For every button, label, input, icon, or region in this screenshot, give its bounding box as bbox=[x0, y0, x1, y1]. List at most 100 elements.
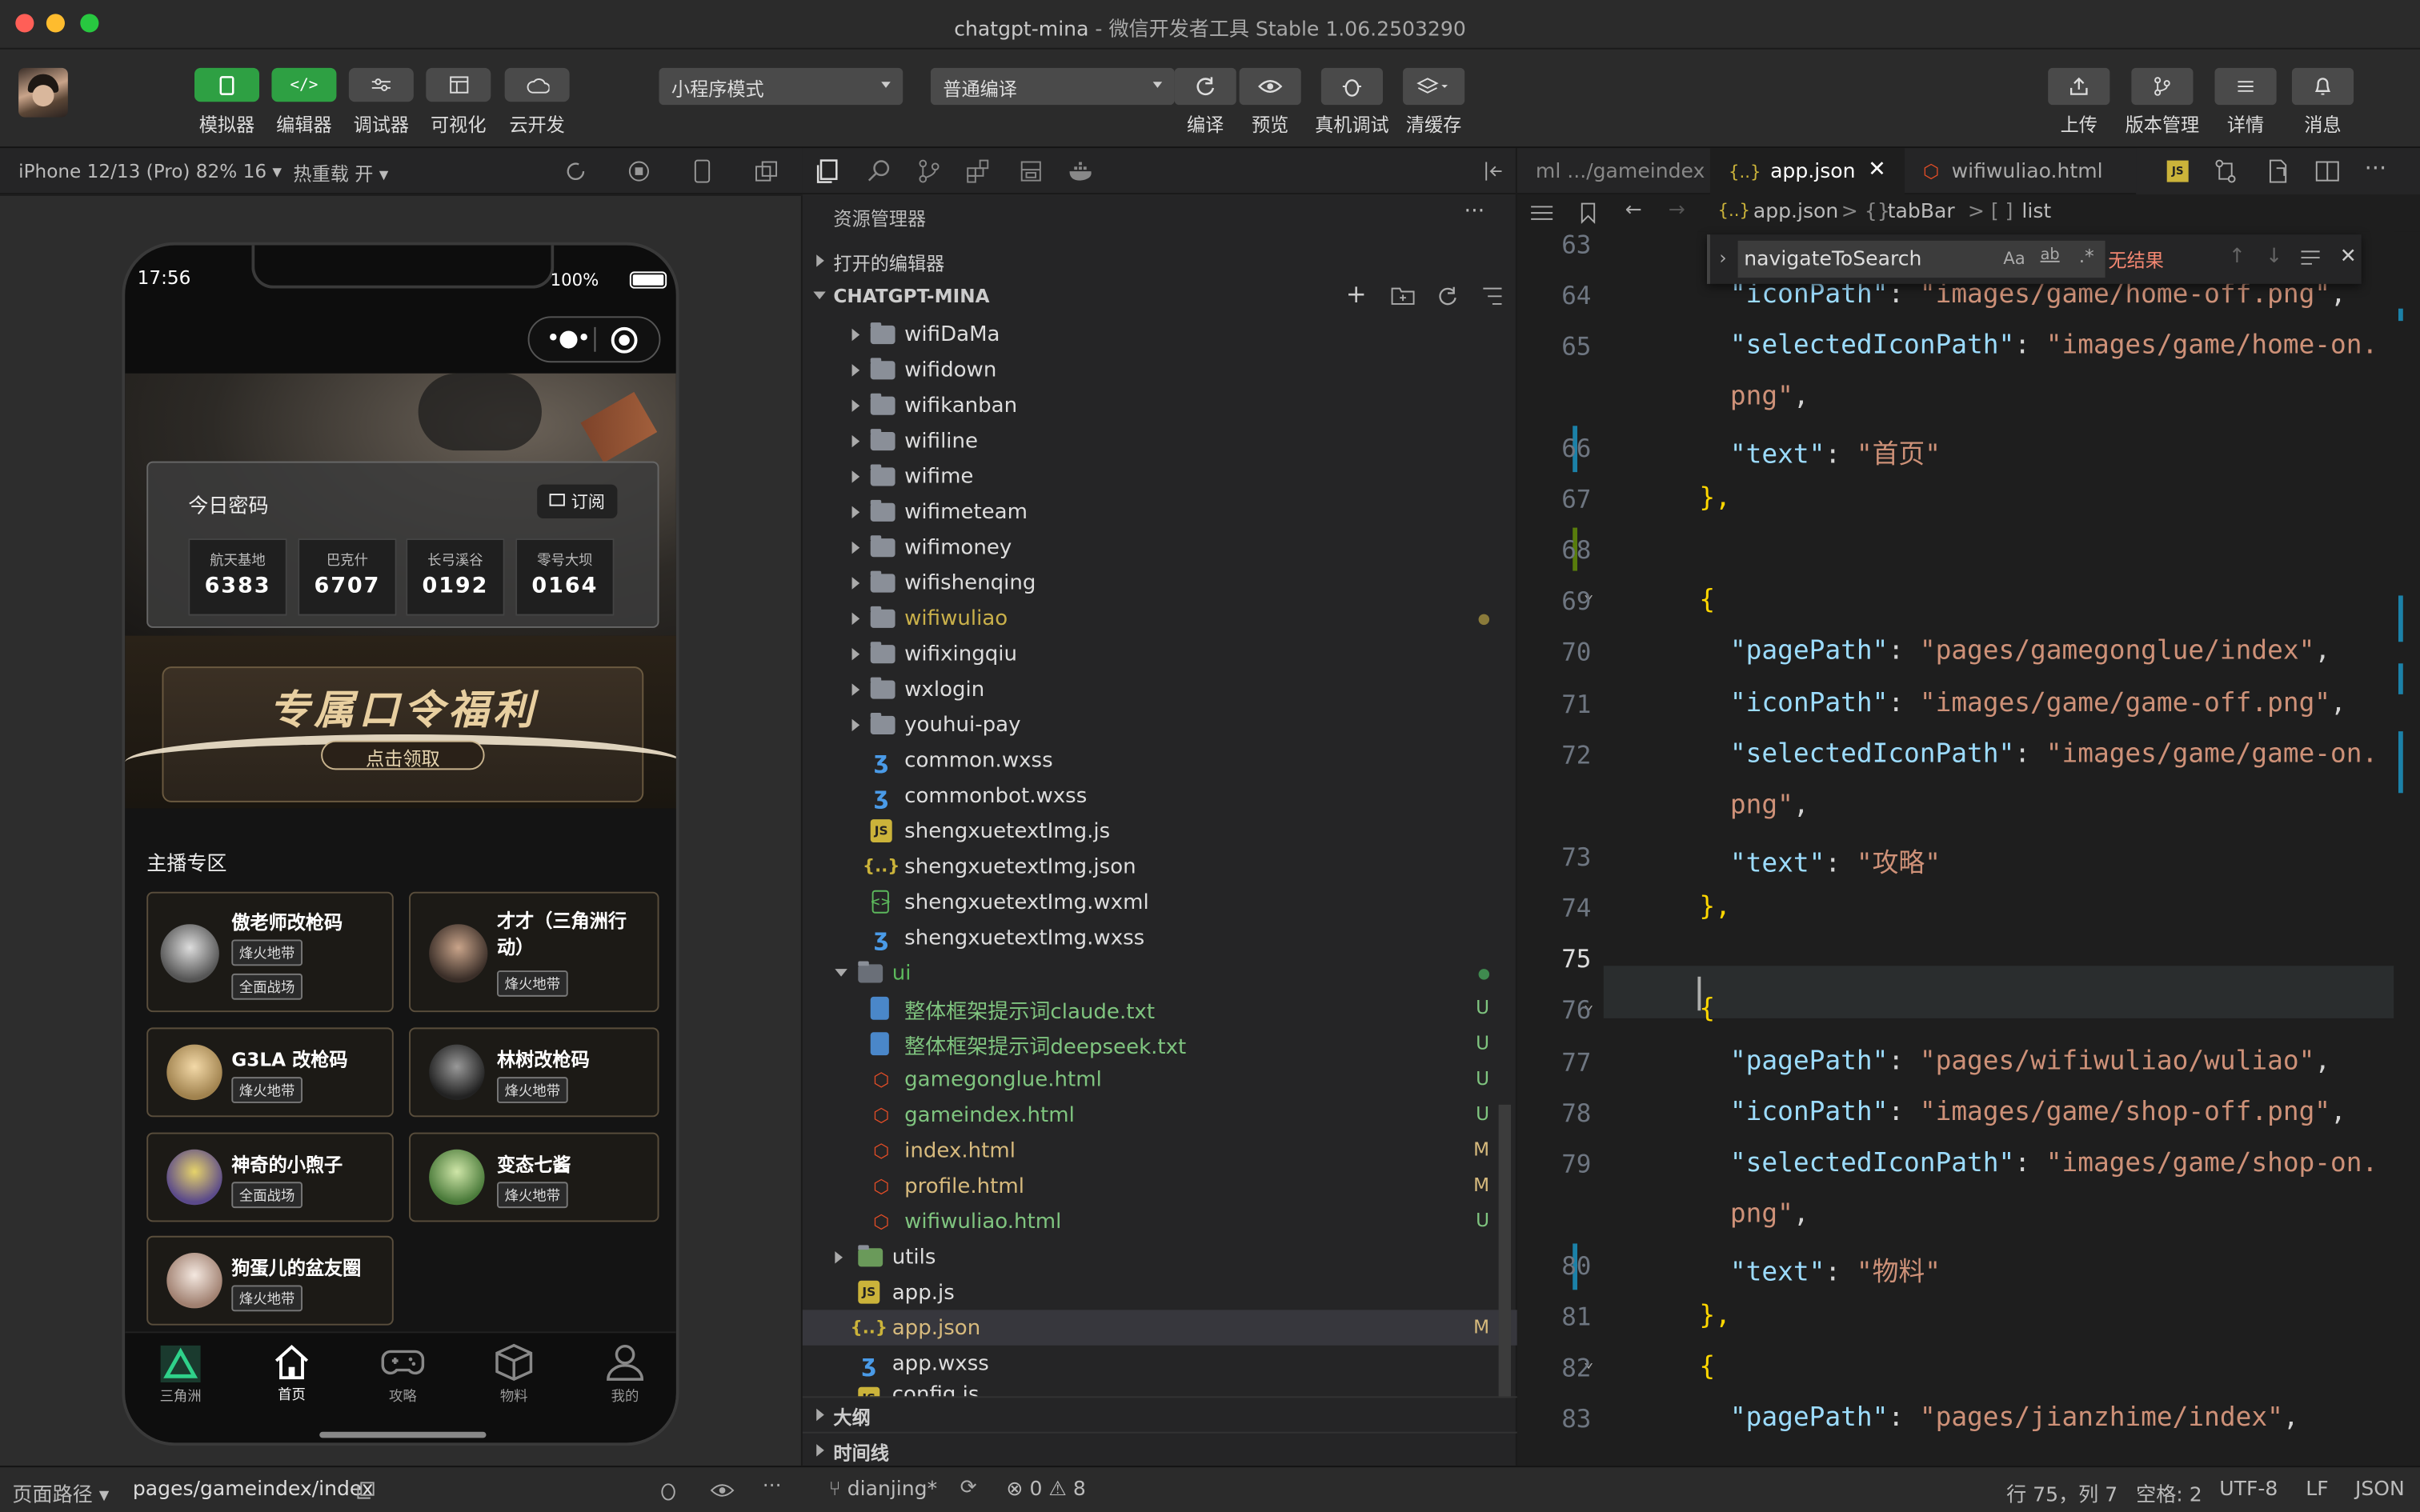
mode-select[interactable]: 小程序模式 bbox=[659, 67, 903, 106]
extensions-icon[interactable] bbox=[966, 159, 991, 184]
tree-item-folder[interactable]: wifime bbox=[803, 458, 1517, 494]
close-miniprogram-icon[interactable] bbox=[611, 326, 638, 354]
tree-item-file[interactable]: ⬡ gameindex.html U bbox=[803, 1097, 1517, 1132]
tree-item-folder[interactable]: wifidown bbox=[803, 352, 1517, 387]
breadcrumb-tabbar[interactable]: tabBar bbox=[1888, 201, 1955, 224]
split-editor-icon[interactable] bbox=[2315, 159, 2340, 184]
open-file-icon[interactable] bbox=[2266, 159, 2290, 184]
line-ending[interactable]: LF bbox=[2306, 1478, 2328, 1502]
tree-item-folder[interactable]: wifiDaMa bbox=[803, 316, 1517, 351]
streamer-card[interactable]: 变态七酱 烽火地带 bbox=[409, 1132, 659, 1222]
more-icon[interactable]: ··· bbox=[2365, 154, 2387, 182]
phone-icon[interactable] bbox=[693, 159, 711, 184]
popout-icon[interactable] bbox=[755, 161, 778, 182]
find-in-selection-icon[interactable] bbox=[2300, 248, 2322, 266]
tree-item-file[interactable]: JS shengxuetextImg.js bbox=[803, 813, 1517, 848]
copy-icon[interactable] bbox=[356, 1481, 375, 1499]
upload-button[interactable] bbox=[2048, 67, 2110, 106]
new-folder-icon[interactable] bbox=[1391, 286, 1416, 306]
tree-item-file[interactable]: ʒ app.wxss bbox=[803, 1346, 1517, 1381]
streamer-card[interactable]: 狗蛋儿的盆友圈 烽火地带 bbox=[146, 1235, 394, 1326]
open-editors-header[interactable]: 打开的编辑器 bbox=[803, 244, 1517, 278]
close-icon[interactable]: ✕ bbox=[1868, 158, 1886, 182]
visual-toggle-button[interactable] bbox=[426, 67, 491, 102]
tree-item-file[interactable]: <> shengxuetextImg.wxml bbox=[803, 884, 1517, 919]
search-icon[interactable] bbox=[867, 159, 892, 184]
streamer-card[interactable]: 才才（三角洲行动） 烽火地带 bbox=[409, 891, 659, 1013]
breadcrumb-list[interactable]: list bbox=[2021, 201, 2051, 224]
tab-gameindex[interactable]: ml .../gameindex bbox=[1517, 148, 1710, 194]
git-branch[interactable]: ⑂ dianjing* bbox=[829, 1478, 937, 1502]
docker-icon[interactable] bbox=[1068, 159, 1096, 184]
compile-button[interactable] bbox=[1174, 67, 1236, 106]
js-icon[interactable]: JS bbox=[2166, 160, 2189, 182]
more-icon[interactable]: •●• bbox=[547, 324, 591, 352]
chevron-right-icon[interactable]: › bbox=[1719, 247, 1726, 269]
banner-claim-button[interactable]: 点击领取 bbox=[321, 740, 485, 770]
streamer-card[interactable]: 林树改枪码 烽火地带 bbox=[409, 1027, 659, 1118]
streamer-card[interactable]: 神奇的小煦子 全面战场 bbox=[146, 1132, 394, 1222]
timeline-header[interactable]: 时间线 bbox=[802, 1431, 1517, 1466]
clear-cache-button[interactable] bbox=[1403, 67, 1465, 106]
language-mode[interactable]: JSON bbox=[2355, 1478, 2405, 1502]
back-icon[interactable]: ← bbox=[1625, 199, 1642, 222]
eye-icon[interactable] bbox=[710, 1482, 735, 1498]
tree-item-file[interactable]: ⬡ profile.html M bbox=[803, 1168, 1517, 1203]
bookmark-icon[interactable] bbox=[1579, 202, 1597, 224]
stop-icon[interactable] bbox=[628, 161, 650, 182]
tree-item-file[interactable]: JS app.js bbox=[803, 1274, 1517, 1310]
tree-item-folder[interactable]: wifishenqing bbox=[803, 565, 1517, 600]
tree-item-folder[interactable]: wifixingqiu bbox=[803, 636, 1517, 671]
sync-icon[interactable]: ⟳ bbox=[960, 1477, 977, 1500]
forward-icon[interactable]: → bbox=[1669, 199, 1685, 222]
tree-item-folder[interactable]: wifimoney bbox=[803, 529, 1517, 564]
tree-item-file-selected[interactable]: {..} app.json M bbox=[802, 1310, 1517, 1346]
tree-item-folder[interactable]: wifiline bbox=[803, 422, 1517, 458]
code-area[interactable]: ⌄ ⌄ ⌄ 63 64 "iconPath": "images/game/home… bbox=[1517, 231, 2420, 1466]
regex-icon[interactable]: .* bbox=[2079, 246, 2094, 267]
tab-materials[interactable]: 物料 bbox=[459, 1333, 570, 1406]
device-select[interactable]: iPhone 12/13 (Pro) 82% 16 ▾ bbox=[18, 161, 282, 182]
close-icon[interactable]: ✕ bbox=[2340, 246, 2357, 269]
messages-button[interactable] bbox=[2291, 67, 2354, 106]
cursor-position[interactable]: 行 75，列 7 bbox=[2006, 1478, 2118, 1507]
tree-item-folder[interactable]: wifimeteam bbox=[803, 494, 1517, 529]
subscribe-button[interactable]: 订阅 bbox=[537, 484, 618, 518]
promo-banner[interactable]: 专属口令福利 点击领取 bbox=[125, 635, 676, 809]
outline-header[interactable]: 大纲 bbox=[802, 1396, 1517, 1430]
preview-button[interactable] bbox=[1239, 67, 1301, 106]
list-icon[interactable] bbox=[1529, 204, 1554, 222]
next-match-icon[interactable]: ↓ bbox=[2266, 246, 2282, 269]
storage-icon[interactable] bbox=[1019, 159, 1044, 184]
page-path-select[interactable]: 页面路径 ▾ bbox=[12, 1478, 109, 1507]
explorer-scrollbar[interactable] bbox=[1498, 1104, 1512, 1398]
remote-debug-button[interactable] bbox=[1320, 67, 1383, 106]
more-icon[interactable]: ··· bbox=[763, 1475, 782, 1498]
more-icon[interactable]: ··· bbox=[1464, 199, 1485, 224]
streamer-card[interactable]: 傲老师改枪码 烽火地带 全面战场 bbox=[146, 891, 394, 1013]
files-icon[interactable] bbox=[815, 159, 839, 184]
whole-word-icon[interactable]: ab bbox=[2041, 247, 2060, 264]
tab-guide[interactable]: 攻略 bbox=[347, 1333, 459, 1406]
tab-home[interactable]: 首页 bbox=[236, 1333, 347, 1404]
source-control-icon[interactable] bbox=[917, 159, 942, 184]
tree-item-file[interactable]: ʒ shengxuetextImg.wxss bbox=[803, 919, 1517, 954]
version-button[interactable] bbox=[2131, 67, 2194, 106]
previous-match-icon[interactable]: ↑ bbox=[2229, 246, 2246, 269]
tree-item-file[interactable]: 整体框架提示词deepseek.txt U bbox=[803, 1026, 1517, 1061]
tree-item-folder[interactable]: ui bbox=[803, 955, 1517, 990]
encoding[interactable]: UTF-8 bbox=[2219, 1478, 2278, 1502]
tree-item-file[interactable]: {..} shengxuetextImg.json bbox=[803, 849, 1517, 884]
tree-item-folder[interactable]: utils bbox=[803, 1239, 1517, 1274]
tree-item-file[interactable]: ⬡ gamegonglue.html U bbox=[803, 1062, 1517, 1097]
match-case-icon[interactable]: Aa bbox=[2003, 248, 2025, 268]
tab-sanjiaozhou[interactable]: 三角洲 bbox=[125, 1333, 236, 1406]
tree-item-file[interactable]: ⬡ index.html M bbox=[803, 1133, 1517, 1168]
tree-item-folder[interactable]: wxlogin bbox=[803, 671, 1517, 706]
tab-app-json[interactable]: {..} app.json ✕ bbox=[1709, 148, 1905, 194]
tree-item-file[interactable]: ⬡ wifiwuliao.html U bbox=[803, 1203, 1517, 1238]
tab-me[interactable]: 我的 bbox=[570, 1333, 676, 1406]
tree-item-folder[interactable]: youhui-pay bbox=[803, 706, 1517, 742]
indentation[interactable]: 空格: 2 bbox=[2136, 1478, 2202, 1507]
tab-wifiwuliao[interactable]: ⬡ wifiwuliao.html bbox=[1905, 148, 2136, 194]
